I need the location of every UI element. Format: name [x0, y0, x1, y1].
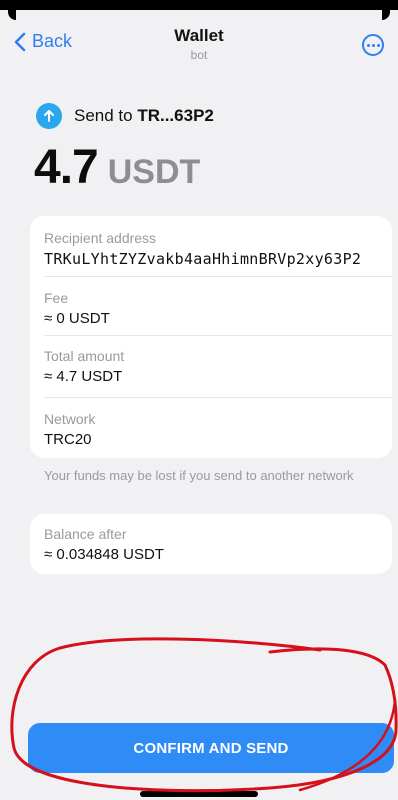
page-subtitle: bot [190, 48, 208, 62]
detail-label: Total amount [44, 348, 125, 364]
fee-value: ≈ 0 USDT [44, 310, 110, 327]
divider [44, 397, 392, 398]
total-amount-value: ≈ 4.7 USDT [44, 368, 123, 385]
network-value: TRC20 [44, 431, 92, 448]
detail-row-recipient: Recipient address TRKuLYhtZYZvakb4aaHhim… [30, 230, 392, 268]
recipient-short: TR...63P2 [137, 106, 214, 125]
amount-unit: USDT [107, 153, 201, 191]
more-dots-icon[interactable] [362, 34, 384, 56]
home-indicator [140, 791, 258, 797]
confirm-and-send-button[interactable]: CONFIRM AND SEND [28, 723, 394, 773]
recipient-address: TRKuLYhtZYZvakb4aaHhimnBRVp2xy63P2 [44, 250, 362, 268]
status-bar [0, 0, 398, 20]
detail-label: Recipient address [44, 230, 157, 246]
page-title: Wallet [174, 26, 224, 45]
send-to-text: Send to TR...63P2 [74, 106, 214, 126]
network-warning: Your funds may be lost if you send to an… [44, 468, 354, 483]
divider [44, 335, 392, 336]
balance-after-value: ≈ 0.034848 USDT [44, 546, 164, 563]
amount-display: 4.7 USDT [34, 140, 200, 195]
detail-label: Network [44, 411, 96, 427]
balance-after-row: Balance after ≈ 0.034848 USDT [30, 526, 392, 563]
detail-row-total: Total amount ≈ 4.7 USDT [30, 348, 392, 385]
send-to-row: Send to TR...63P2 [36, 103, 214, 129]
detail-row-fee: Fee ≈ 0 USDT [30, 290, 392, 327]
arrow-up-icon [36, 103, 62, 129]
balance-after-label: Balance after [44, 526, 127, 542]
send-prefix: Send to [74, 106, 138, 125]
divider [44, 276, 392, 277]
detail-row-network: Network TRC20 [30, 411, 392, 448]
amount-value: 4.7 [34, 141, 99, 194]
transfer-details-card: Recipient address TRKuLYhtZYZvakb4aaHhim… [30, 216, 392, 458]
navigation-bar: Back Wallet bot [0, 22, 398, 70]
balance-after-card: Balance after ≈ 0.034848 USDT [30, 514, 392, 574]
detail-label: Fee [44, 290, 69, 306]
